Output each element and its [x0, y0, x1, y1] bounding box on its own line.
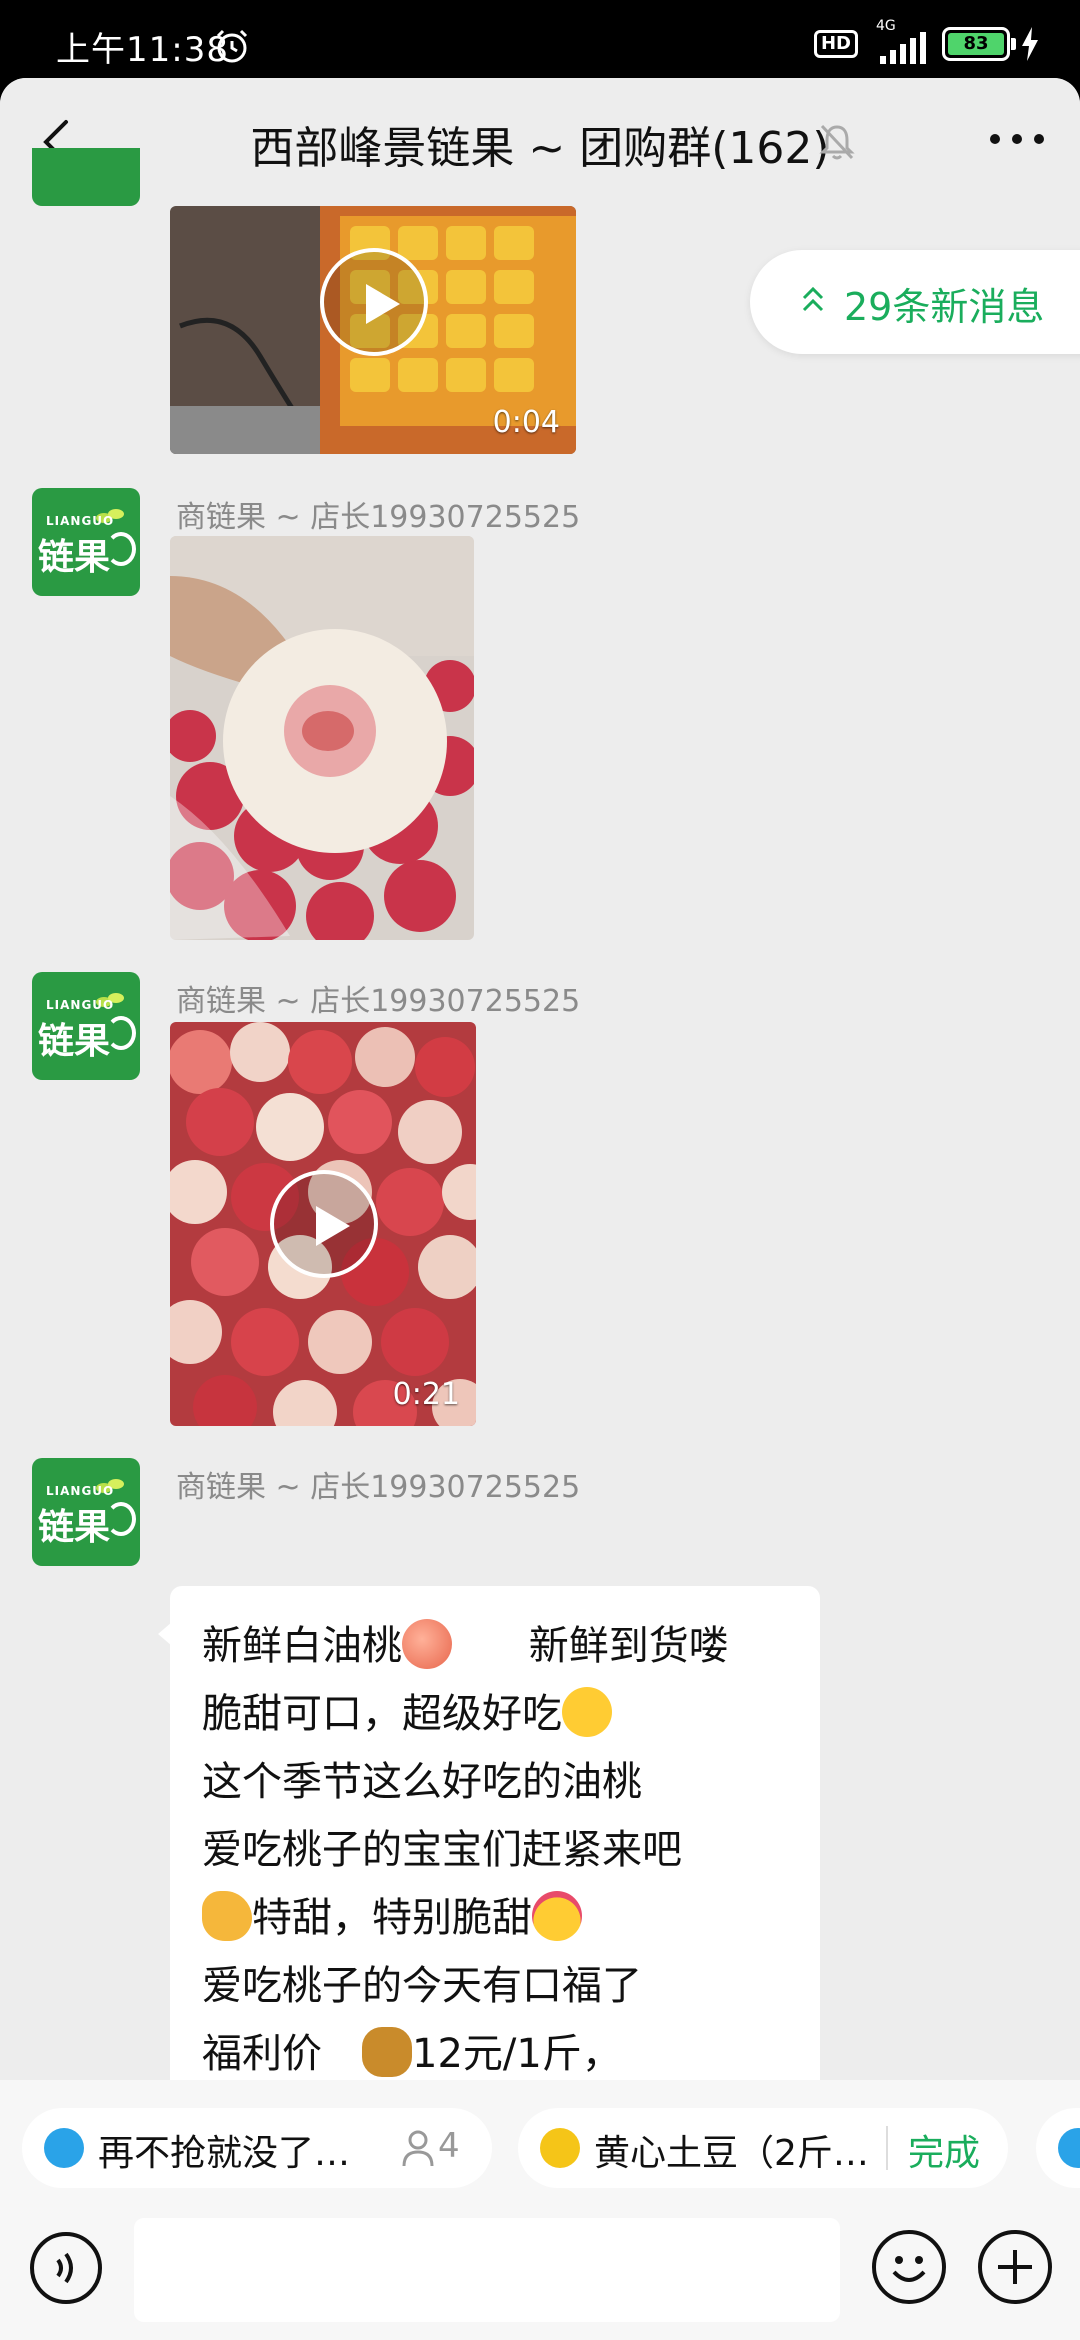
group-buy-chip[interactable]: 再不抢就没了… 4: [22, 2108, 492, 2188]
battery-icon: 83: [942, 27, 1016, 61]
alarm-clock-icon: [216, 29, 248, 63]
dot-icon: [1012, 134, 1022, 144]
message-line: 新鲜白油桃 新鲜到货喽: [202, 1612, 788, 1680]
message-text: 特甜，特别脆甜: [252, 1895, 532, 1941]
message-line: 脆甜可口，超级好吃: [202, 1680, 788, 1748]
voice-input-button[interactable]: [30, 2232, 102, 2304]
new-messages-label: 29条新消息: [844, 285, 1045, 329]
divider: [886, 2126, 888, 2170]
status-bar: 上午11:38 HD 4G 83: [0, 0, 1080, 90]
image-message[interactable]: [170, 536, 474, 940]
dot-icon: [1034, 134, 1044, 144]
signal-icon: 4G: [868, 18, 932, 64]
message-text: 脆甜可口，超级好吃: [202, 1691, 562, 1737]
chat-title: 西部峰景链果 ~ 团购群(162): [250, 123, 830, 174]
video-duration: 0:21: [392, 1377, 460, 1412]
message-text: 新鲜到货喽: [528, 1623, 729, 1669]
emoji-button[interactable]: [872, 2230, 946, 2304]
new-messages-button[interactable]: 29条新消息: [750, 250, 1080, 354]
avatar-brand-small: LIANGUO: [46, 1484, 115, 1498]
more-functions-button[interactable]: [978, 2230, 1052, 2304]
avatar-brand-big: 链果: [38, 1021, 111, 1062]
smiley-icon: [892, 2256, 926, 2282]
more-options-button[interactable]: [990, 134, 1044, 144]
message-text: 12元/1斤，: [412, 2031, 622, 2077]
status-time: 上午11:38: [56, 30, 229, 70]
heart-eyes-emoji-icon: [532, 1891, 582, 1941]
message-line: 福利价 12元/1斤，: [202, 2020, 788, 2088]
plus-icon: [998, 2250, 1032, 2284]
sender-name: 商链果 ~ 店长19930725525: [176, 984, 581, 1019]
group-buy-chip[interactable]: [1036, 2108, 1080, 2188]
voice-wave-icon: [56, 2252, 73, 2284]
chat-header: 西部峰景链果 ~ 团购群(162): [0, 78, 1080, 206]
avatar-brand-big: 链果: [38, 1507, 111, 1548]
play-icon[interactable]: [270, 1170, 378, 1278]
video-message[interactable]: 0:21: [170, 1022, 476, 1426]
double-chevron-up-icon: [802, 286, 824, 312]
avatar-brand-big: 链果: [38, 537, 111, 578]
money-bag-emoji-icon: [362, 2027, 412, 2077]
battery-level: 83: [948, 33, 1004, 55]
avatar[interactable]: LIANGUO 链果: [32, 1458, 140, 1566]
chat-screen: 西部峰景链果 ~ 团购群(162) 0:04 29条新消息 LIANGUO 链果…: [0, 78, 1080, 2340]
message-line: 爱吃桃子的今天有口福了: [202, 1963, 642, 2009]
yum-face-emoji-icon: [562, 1687, 612, 1737]
hd-voice-badge: HD: [813, 30, 858, 58]
mute-bell-icon: [819, 124, 855, 160]
participant-count: 4: [438, 2126, 460, 2166]
sender-name: 商链果 ~ 店长19930725525: [176, 500, 581, 535]
avatar-brand-small: LIANGUO: [46, 514, 115, 528]
complete-button[interactable]: 完成: [908, 2124, 980, 2176]
group-buy-bar: 再不抢就没了… 4 黄心土豆（2斤… 完成: [0, 2080, 1080, 2210]
peach-emoji-icon: [402, 1619, 452, 1669]
dot-icon: [990, 134, 1000, 144]
group-buy-label: 黄心土豆（2斤…: [594, 2133, 869, 2174]
mini-program-icon: [540, 2128, 580, 2168]
message-line: 这个季节这么好吃的油桃: [202, 1759, 642, 1805]
person-icon: [402, 2130, 434, 2167]
video-message[interactable]: 0:04: [170, 206, 576, 454]
play-icon[interactable]: [320, 248, 428, 356]
video-duration: 0:04: [492, 405, 560, 440]
message-line: 爱吃桃子的宝宝们赶紧来吧: [202, 1827, 682, 1873]
mini-program-icon: [44, 2128, 84, 2168]
peach-photo: [170, 536, 474, 940]
sender-name: 商链果 ~ 店长19930725525: [176, 1470, 581, 1505]
avatar-ring-icon: [106, 1016, 136, 1050]
mini-program-icon: [1058, 2128, 1080, 2168]
message-input[interactable]: [134, 2218, 840, 2322]
text-message-bubble[interactable]: 新鲜白油桃 新鲜到货喽 脆甜可口，超级好吃 这个季节这么好吃的油桃 爱吃桃子的宝…: [158, 1586, 820, 2096]
message-line: 特甜，特别脆甜: [202, 1884, 788, 1952]
input-bar: [0, 2210, 1080, 2340]
avatar-ring-icon: [106, 532, 136, 566]
charging-icon: [1022, 27, 1038, 61]
avatar[interactable]: LIANGUO 链果: [32, 972, 140, 1080]
avatar[interactable]: [32, 148, 140, 206]
message-text: 福利价: [202, 2031, 322, 2077]
avatar-brand-small: LIANGUO: [46, 998, 115, 1012]
avatar-ring-icon: [106, 1502, 136, 1536]
group-buy-chip[interactable]: 黄心土豆（2斤… 完成: [518, 2108, 1008, 2188]
group-buy-label: 再不抢就没了…: [98, 2133, 351, 2174]
message-text: 新鲜白油桃: [202, 1623, 402, 1669]
flexed-biceps-emoji-icon: [202, 1891, 252, 1941]
avatar[interactable]: LIANGUO 链果: [32, 488, 140, 596]
